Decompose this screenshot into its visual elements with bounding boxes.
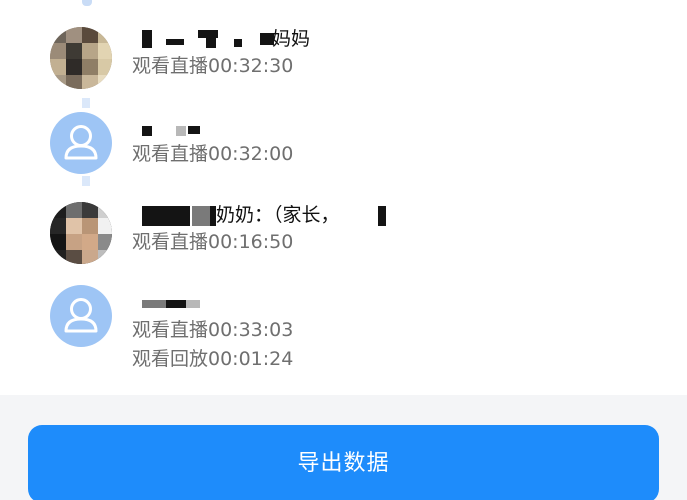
- viewer-name-text: 妈妈: [272, 28, 311, 50]
- watch-duration: 观看直播00:33:03: [132, 319, 294, 341]
- viewer-name: [132, 290, 232, 316]
- user-silhouette-icon: [64, 298, 98, 333]
- export-data-button[interactable]: 导出数据: [28, 425, 659, 500]
- redaction: [192, 206, 210, 226]
- redaction: [188, 126, 200, 134]
- viewer-list: 妈妈 观看直播00:32:30 观看直播00:32:00 奶奶：（家长， 观看直…: [0, 0, 687, 395]
- list-item[interactable]: 妈妈 观看直播00:32:30: [0, 0, 687, 100]
- list-item[interactable]: 观看直播00:33:03 观看回放00:01:24: [0, 280, 687, 395]
- redaction: [206, 36, 216, 48]
- user-silhouette-icon: [64, 125, 98, 160]
- default-avatar: [50, 112, 112, 174]
- redaction: [142, 300, 166, 308]
- avatar: [50, 202, 112, 264]
- default-avatar: [50, 285, 112, 347]
- watch-duration: 观看直播00:32:00: [132, 143, 294, 165]
- list-item[interactable]: 奶奶：（家长， 观看直播00:16:50: [0, 190, 687, 280]
- redaction: [166, 39, 184, 45]
- redaction: [378, 206, 386, 226]
- viewer-list-screen: 妈妈 观看直播00:32:30 观看直播00:32:00 奶奶：（家长， 观看直…: [0, 0, 687, 500]
- redaction: [166, 300, 186, 308]
- replay-duration: 观看回放00:01:24: [132, 348, 294, 370]
- list-item[interactable]: 观看直播00:32:00: [0, 100, 687, 190]
- avatar: [50, 27, 112, 89]
- redaction: [176, 126, 186, 136]
- redaction: [142, 206, 190, 226]
- viewer-name-text: 奶奶：（家长，: [216, 204, 340, 226]
- viewer-name: 妈妈: [132, 26, 392, 52]
- redaction: [142, 126, 152, 136]
- scroll-edge-indicator: [82, 176, 90, 186]
- watch-duration: 观看直播00:32:30: [132, 55, 294, 77]
- watch-duration: 观看直播00:16:50: [132, 231, 294, 253]
- redaction: [186, 300, 200, 308]
- redaction: [234, 39, 242, 47]
- redaction: [142, 30, 152, 48]
- viewer-name: 奶奶：（家长，: [132, 202, 402, 228]
